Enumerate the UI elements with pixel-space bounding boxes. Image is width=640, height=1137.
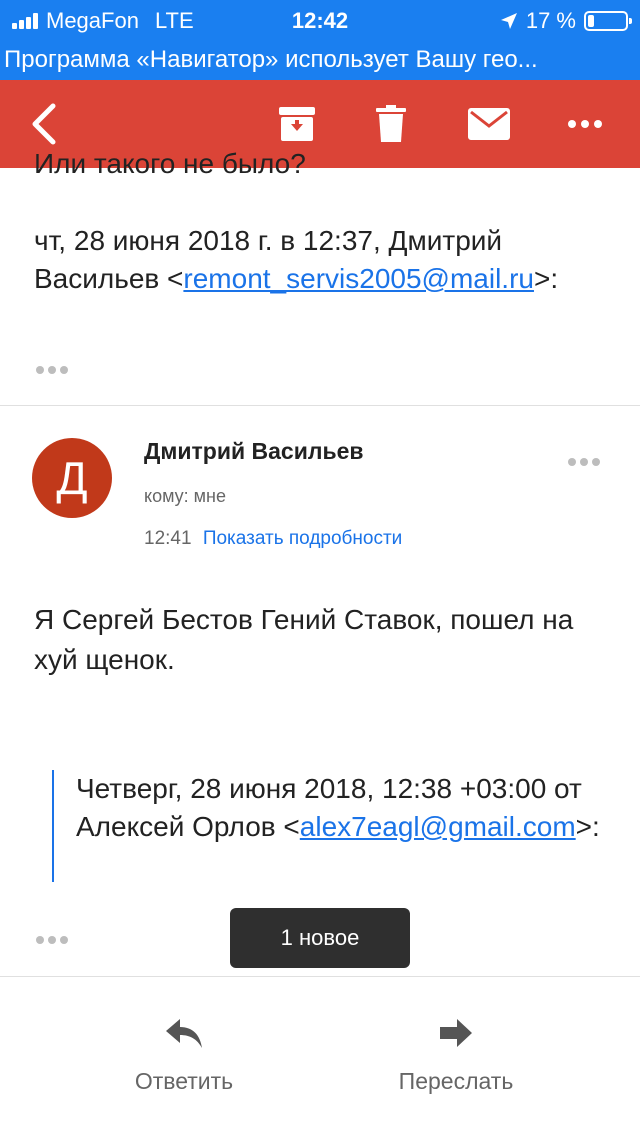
forward-icon [440, 1019, 472, 1047]
delete-button[interactable] [364, 80, 418, 168]
bottom-action-bar: Ответить Переслать [0, 976, 640, 1137]
show-quoted-text-button[interactable] [36, 936, 68, 944]
more-icon [568, 120, 602, 128]
reply-label: Ответить [134, 1068, 234, 1094]
previous-header-suffix: >: [533, 263, 559, 294]
message-divider [0, 405, 640, 406]
sender-email-link[interactable]: remont_servis2005@mail.ru [183, 263, 534, 294]
battery-level [588, 15, 594, 27]
message-more-button[interactable] [568, 458, 600, 466]
reply-button[interactable]: Ответить [94, 1017, 274, 1095]
reply-icon [166, 1019, 202, 1048]
sender-name[interactable]: Дмитрий Васильев [144, 438, 364, 465]
back-icon [32, 103, 56, 145]
new-messages-pill[interactable]: 1 новое [230, 908, 410, 968]
message-body: Я Сергей Бестов Гений Ставок, пошел на х… [34, 604, 574, 675]
status-bar: MegaFon LTE 12:42 17 % [0, 0, 640, 40]
quote-suffix: >: [575, 811, 600, 842]
show-trimmed-content-button[interactable] [36, 366, 68, 374]
status-right-group: 17 % [500, 8, 632, 34]
quoted-message: Четверг, 28 июня 2018, 12:38 +03:00 от А… [52, 770, 616, 882]
quote-email-link[interactable]: alex7eagl@gmail.com [300, 811, 576, 842]
forward-label: Переслать [398, 1068, 514, 1094]
battery-percent: 17 % [525, 8, 576, 33]
previous-message-line: Или такого не было? [34, 148, 306, 179]
message-time: 12:41 [144, 528, 192, 549]
location-usage-banner[interactable]: Программа «Навигатор» использует Вашу ге… [0, 40, 640, 80]
mark-unread-button[interactable] [462, 80, 516, 168]
location-arrow-icon [500, 13, 517, 29]
show-details-link[interactable]: Показать подробности [203, 528, 402, 549]
more-button[interactable] [558, 80, 612, 168]
recipient-line: кому: мне [144, 486, 226, 506]
avatar[interactable]: Д [32, 438, 112, 518]
archive-icon [279, 107, 315, 141]
previous-message-header: чт, 28 июня 2018 г. в 12:37, Дмитрий Вас… [34, 222, 594, 298]
trash-icon [376, 105, 406, 142]
forward-button[interactable]: Переслать [366, 1017, 546, 1095]
message-meta: 12:41 Показать подробности [144, 528, 402, 550]
battery-icon [584, 11, 632, 31]
mail-icon [468, 108, 510, 140]
